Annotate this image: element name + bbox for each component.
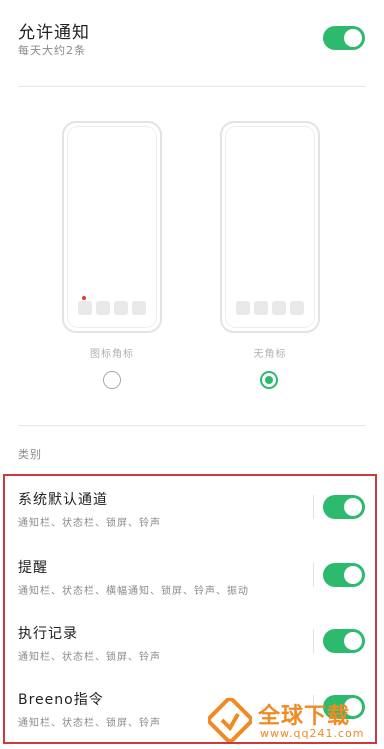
style-label-no-badge: 无角标 (253, 349, 287, 360)
phone-screen (225, 126, 315, 328)
allow-notifications-title: 允许通知 (18, 23, 90, 43)
watermark: 全球下载 www.qq241.com (208, 695, 378, 745)
allow-notifications-toggle[interactable] (323, 26, 365, 50)
toggle-knob (344, 29, 362, 47)
separator (313, 495, 314, 519)
divider (18, 86, 366, 87)
category-item-reminder[interactable]: 提醒 通知栏、状态栏、横幅通知、锁屏、铃声、振动 (0, 543, 384, 611)
category-item-label: 系统默认通道 (18, 492, 108, 508)
phone-preview-no-badge[interactable] (220, 121, 320, 333)
divider (18, 425, 366, 426)
dock (78, 296, 146, 315)
category-item-execution-log[interactable]: 执行记录 通知栏、状态栏、锁屏、铃声 (0, 609, 384, 677)
toggle-knob (344, 566, 362, 584)
category-item-system-default[interactable]: 系统默认通道 通知栏、状态栏、锁屏、铃声 (0, 475, 384, 543)
category-label: 类别 (18, 448, 42, 461)
separator (313, 629, 314, 653)
category-toggle[interactable] (323, 495, 365, 519)
dock (236, 301, 304, 315)
radio-badge[interactable] (103, 371, 121, 389)
app-icon (114, 301, 128, 315)
app-icon (236, 301, 250, 315)
style-label-badge: 图标角标 (90, 349, 134, 360)
allow-notifications-row[interactable]: 允许通知 每天大约2条 (0, 0, 384, 72)
radio-no-badge[interactable] (260, 371, 278, 389)
phone-preview-badge[interactable] (62, 121, 162, 333)
badge-dot-icon (82, 296, 86, 300)
app-icon (78, 296, 92, 315)
category-item-desc: 通知栏、状态栏、锁屏、铃声 (18, 718, 161, 729)
phone-screen (67, 126, 157, 328)
app-icon (254, 301, 268, 315)
watermark-logo-icon (208, 698, 252, 742)
allow-notifications-subtitle: 每天大约2条 (18, 44, 86, 57)
watermark-text: 全球下载 (258, 704, 351, 729)
toggle-knob (344, 498, 362, 516)
category-item-desc: 通知栏、状态栏、锁屏、铃声 (18, 652, 161, 663)
toggle-knob (344, 632, 362, 650)
category-item-desc: 通知栏、状态栏、横幅通知、锁屏、铃声、振动 (18, 586, 249, 597)
category-toggle[interactable] (323, 629, 365, 653)
app-icon (132, 301, 146, 315)
app-icon (96, 301, 110, 315)
category-item-label: Breeno指令 (18, 692, 104, 708)
category-item-desc: 通知栏、状态栏、锁屏、铃声 (18, 518, 161, 529)
separator (313, 563, 314, 587)
app-icon (290, 301, 304, 315)
app-icon (272, 301, 286, 315)
category-toggle[interactable] (323, 563, 365, 587)
category-item-label: 执行记录 (18, 626, 78, 642)
watermark-url: www.qq241.com (260, 727, 365, 740)
category-item-label: 提醒 (18, 560, 48, 576)
